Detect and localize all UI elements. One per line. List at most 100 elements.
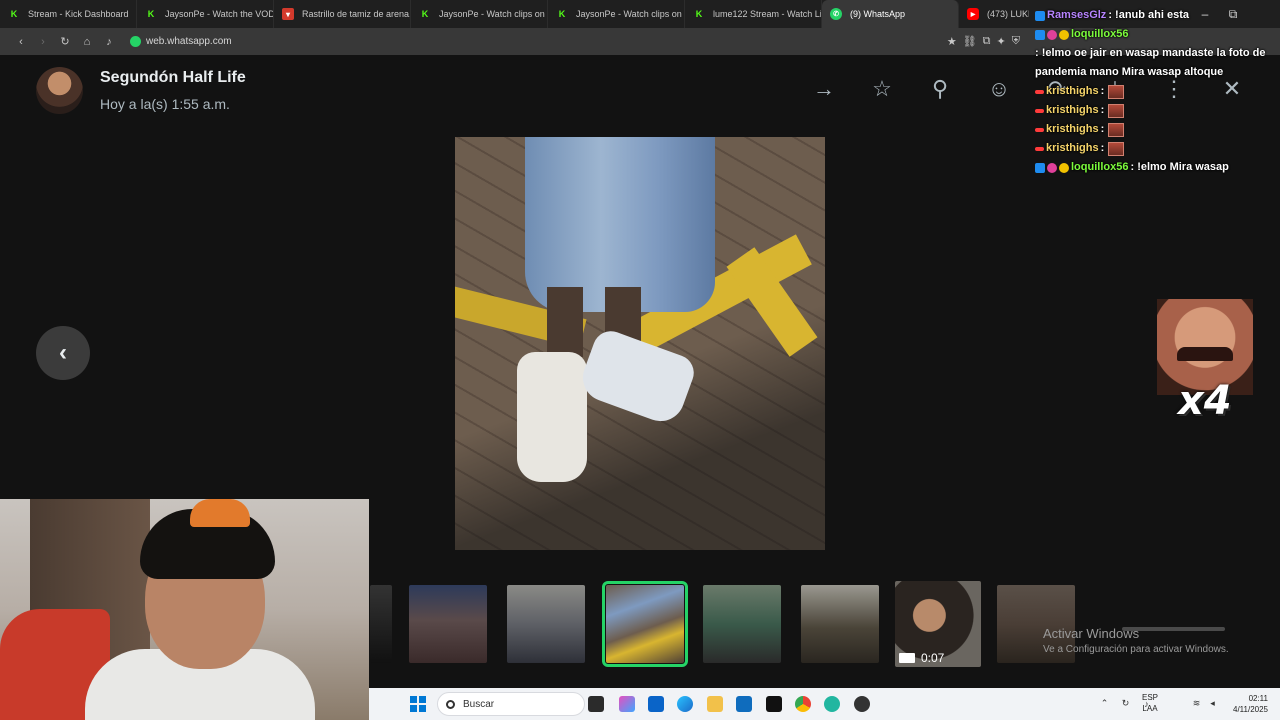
previous-media-button[interactable]: ‹ [36, 326, 90, 380]
tab-label: (473) LUKEA [987, 9, 1029, 19]
tab-lume122[interactable]: Klume122 Stream - Watch Live [685, 0, 822, 28]
tab-rastrillo[interactable]: ▾ Rastrillo de tamiz de arena, t [274, 0, 411, 28]
emote-icon [1108, 84, 1125, 99]
tray-expand-icon[interactable]: ⌃ [1099, 698, 1110, 709]
obs-icon[interactable] [854, 696, 870, 712]
chrome-icon[interactable] [795, 696, 811, 712]
emote-multiplier: x4 [1178, 378, 1232, 424]
task-view-icon[interactable] [588, 696, 604, 712]
extension-icon[interactable]: ⧉ [983, 35, 991, 48]
chat-text: : [1100, 123, 1105, 135]
photo-detail [576, 326, 699, 428]
lang-top: ESP [1141, 693, 1158, 702]
taskbar-search[interactable]: Buscar [437, 692, 585, 716]
thumbnail[interactable] [409, 585, 487, 663]
forward-nav-button[interactable]: › [32, 31, 54, 53]
edge-icon[interactable] [677, 696, 693, 712]
whatsapp-icon: ✆ [830, 8, 842, 20]
sync-icon[interactable]: ↻ [1120, 698, 1131, 709]
chat-message: kristhighs : [1035, 82, 1275, 101]
chat-username: kristhighs [1046, 104, 1099, 116]
windows-start-icon[interactable] [410, 696, 426, 712]
thumbnail-selected[interactable] [602, 581, 688, 667]
star-icon[interactable]: ☆ [868, 75, 896, 103]
avatar[interactable] [36, 67, 83, 114]
badge-icon [1059, 162, 1069, 173]
home-button[interactable]: ⌂ [76, 31, 98, 53]
message-timestamp: Hoy a la(s) 1:55 a.m. [100, 96, 230, 112]
tiktok-icon[interactable] [766, 696, 782, 712]
lang-bottom: LAA [1142, 704, 1158, 713]
search-icon [446, 699, 455, 709]
copilot-icon[interactable] [619, 696, 635, 712]
watermark-subtitle: Ve a Configuración para activar Windows. [1043, 644, 1229, 655]
emote-icon [1108, 141, 1125, 156]
chat-username: kristhighs [1046, 142, 1099, 154]
url-field[interactable]: web.whatsapp.com [130, 36, 232, 47]
chat-message: kristhighs : [1035, 101, 1275, 120]
badge-icon [1059, 29, 1069, 40]
mic-icon[interactable]: ♪ [98, 31, 120, 53]
chat-message: kristhighs : [1035, 139, 1275, 158]
chat-message: loquillox56 : !elmo Mira wasap [1035, 158, 1275, 177]
photo-detail [517, 352, 587, 482]
emoji-icon[interactable]: ☺ [985, 75, 1013, 103]
chat-username: loquillox56 [1071, 28, 1129, 40]
clock-time: 02:11 [1248, 694, 1268, 703]
volume-icon[interactable]: ◂ [1207, 698, 1218, 709]
video-camera-icon [899, 653, 915, 663]
tab-jaysonpe-clips-2[interactable]: K JaysonPe - Watch clips on Kic [548, 0, 685, 28]
badge-icon [1035, 89, 1044, 94]
url-text: web.whatsapp.com [146, 36, 232, 47]
kick-icon: K [10, 9, 18, 19]
tab-jaysonpe-clips-1[interactable]: K JaysonPe - Watch clips on Kic [411, 0, 548, 28]
chat-username: kristhighs [1046, 85, 1099, 97]
store-icon: ▾ [282, 8, 294, 20]
tab-kick-dashboard[interactable]: K Stream - Kick Dashboard [0, 0, 137, 28]
emote-icon [1108, 103, 1125, 118]
chat-text: : !elmo Mira wasap [1130, 161, 1229, 173]
taskbar-clock[interactable]: 02:11 4/11/2025 [1233, 693, 1268, 715]
chat-text: : !anub ahi esta [1108, 9, 1189, 21]
kick-icon: K [695, 9, 703, 19]
thumbnail[interactable] [507, 585, 585, 663]
store-app-icon[interactable] [648, 696, 664, 712]
thumbnail-video[interactable]: 0:07 [895, 581, 981, 667]
thumbnail[interactable] [801, 585, 879, 663]
tab-youtube-lukea[interactable]: ▶ (473) LUKEA [959, 0, 1029, 28]
comet-icon[interactable] [824, 696, 840, 712]
chat-text: : [1100, 142, 1105, 154]
youtube-icon: ▶ [967, 8, 979, 20]
stream-chat-overlay: RamsesGlz : !anub ahi esta loquillox56 :… [1035, 6, 1275, 177]
file-explorer-icon[interactable] [707, 696, 723, 712]
photo-detail [547, 287, 583, 357]
outlook-icon[interactable] [736, 696, 752, 712]
search-placeholder: Buscar [463, 698, 495, 710]
thumbnail[interactable] [703, 585, 781, 663]
wifi-icon[interactable]: ≋ [1191, 698, 1202, 709]
clock-date: 4/11/2025 [1233, 705, 1268, 714]
contact-name[interactable]: Segundón Half Life [100, 69, 246, 87]
screen: K Stream - Kick Dashboard K JaysonPe - Wat… [0, 0, 1280, 720]
emote-icon [1108, 122, 1125, 137]
link-icon[interactable]: ⛓ [963, 35, 977, 48]
chat-text: : [1100, 104, 1105, 116]
badge-icon [1035, 108, 1044, 113]
shield-icon[interactable]: ⛨ [1012, 35, 1020, 48]
tab-jaysonpe-vod[interactable]: K JaysonPe - Watch the VOD on [137, 0, 274, 28]
tab-label: (9) WhatsApp [850, 9, 906, 19]
back-button[interactable]: ‹ [10, 31, 32, 53]
windows-taskbar: Buscar ⌃ ↻ ♪ ESP LAA ≋ ◂ 02:11 4/11/2025 [369, 688, 1280, 720]
language-indicator[interactable]: ESP LAA [1142, 692, 1158, 714]
tab-whatsapp[interactable]: ✆ (9) WhatsApp [822, 0, 959, 28]
reload-button[interactable]: ↻ [54, 31, 76, 53]
tab-label: JaysonPe - Watch clips on Kic [576, 9, 685, 19]
thumbnail[interactable] [370, 585, 392, 663]
puzzle-icon[interactable]: ✦ [997, 35, 1006, 48]
badge-icon [1035, 127, 1044, 132]
pin-icon[interactable]: ⚲ [926, 75, 954, 103]
bookmark-star-icon[interactable]: ★ [947, 35, 957, 48]
horizontal-scrollbar[interactable] [1122, 627, 1225, 631]
forward-icon[interactable]: → [810, 75, 838, 103]
kick-icon: K [558, 9, 566, 19]
